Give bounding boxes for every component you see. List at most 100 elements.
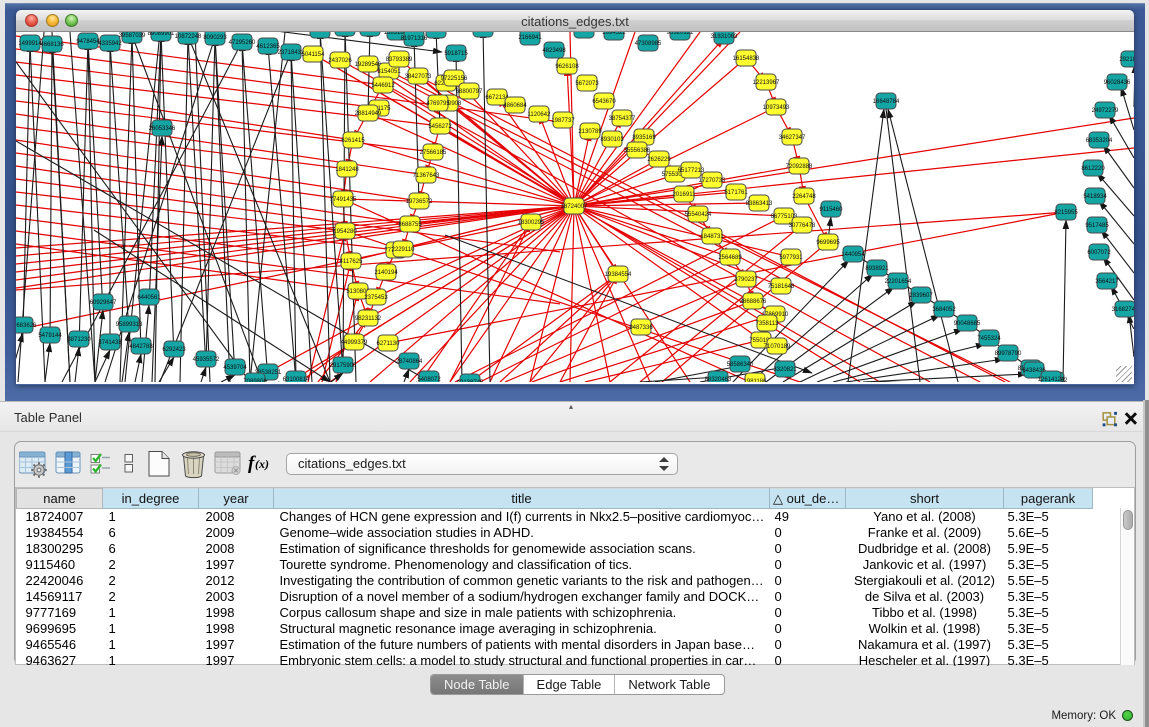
svg-text:3564217: 3564217: [1095, 279, 1119, 285]
svg-text:6261415: 6261415: [341, 138, 365, 144]
svg-text:(x): (x): [255, 457, 269, 471]
svg-text:68353204: 68353204: [1086, 138, 1113, 144]
svg-text:1120642: 1120642: [528, 112, 552, 118]
svg-text:90048665: 90048665: [954, 321, 981, 327]
svg-text:1981186: 1981186: [744, 379, 768, 382]
svg-text:8935169: 8935169: [632, 135, 656, 141]
svg-text:2437026: 2437026: [328, 58, 352, 64]
svg-text:1499914: 1499914: [18, 41, 42, 47]
svg-text:3871230: 3871230: [67, 337, 91, 343]
svg-text:6543670: 6543670: [592, 99, 616, 105]
svg-text:44999379: 44999379: [341, 340, 368, 346]
svg-text:26053346: 26053346: [149, 126, 176, 132]
svg-text:42138745: 42138745: [457, 380, 484, 382]
svg-text:2264748: 2264748: [792, 194, 816, 200]
svg-text:88320463: 88320463: [705, 377, 732, 382]
svg-text:2626229: 2626229: [647, 157, 671, 163]
svg-text:5446912: 5446912: [371, 83, 395, 89]
svg-text:8612220: 8612220: [1081, 166, 1105, 172]
svg-text:95899313: 95899313: [116, 322, 143, 328]
svg-text:9115460: 9115460: [820, 207, 844, 213]
svg-text:87490893: 87490893: [470, 32, 497, 33]
svg-text:16648784: 16648784: [873, 99, 900, 105]
svg-text:9478454: 9478454: [76, 39, 100, 45]
svg-text:10973493: 10973493: [763, 105, 790, 111]
svg-text:4769795: 4769795: [426, 101, 450, 107]
svg-text:8215955: 8215955: [1054, 210, 1078, 216]
svg-text:1954280: 1954280: [333, 229, 357, 235]
svg-text:12614124: 12614124: [1038, 377, 1065, 382]
svg-text:83793389: 83793389: [386, 57, 413, 63]
svg-text:58586340: 58586340: [727, 362, 754, 368]
svg-text:2564689: 2564689: [718, 255, 742, 261]
svg-text:45935572: 45935572: [193, 357, 220, 363]
svg-text:71070189: 71070189: [764, 344, 791, 350]
svg-text:18724007: 18724007: [561, 204, 588, 210]
svg-text:7358113: 7358113: [756, 321, 780, 327]
svg-text:4823498: 4823498: [542, 48, 566, 54]
svg-text:77491435: 77491435: [330, 197, 357, 203]
svg-text:5479144: 5479144: [38, 333, 62, 339]
svg-text:9626108: 9626108: [555, 64, 579, 70]
svg-text:2694522: 2694522: [602, 32, 626, 36]
svg-text:89089901: 89089901: [148, 32, 175, 37]
svg-text:35556386: 35556386: [624, 148, 651, 154]
svg-text:4842788: 4842788: [129, 344, 153, 350]
svg-text:1848731: 1848731: [700, 234, 724, 240]
svg-text:24972279: 24972279: [1092, 108, 1119, 114]
svg-text:34627347: 34627347: [779, 135, 806, 141]
svg-text:4668136: 4668136: [40, 42, 64, 48]
svg-text:27566185: 27566185: [420, 150, 447, 156]
svg-text:2140194: 2140194: [374, 270, 398, 276]
svg-text:38754377: 38754377: [609, 116, 636, 122]
svg-text:19289546: 19289546: [355, 62, 382, 68]
svg-text:72092888: 72092888: [786, 164, 813, 170]
svg-text:8930103: 8930103: [600, 137, 624, 143]
svg-text:95320121: 95320121: [667, 32, 694, 36]
svg-text:5171761: 5171761: [724, 190, 748, 196]
svg-text:16154838: 16154838: [733, 56, 760, 62]
svg-text:5418934: 5418934: [1083, 194, 1107, 200]
svg-text:6440561: 6440561: [137, 295, 161, 301]
svg-text:8938921: 8938921: [865, 266, 889, 272]
svg-text:2375453: 2375453: [364, 295, 388, 301]
svg-text:38688676: 38688676: [740, 299, 767, 305]
svg-text:47295260: 47295260: [229, 40, 256, 46]
svg-text:3154051: 3154051: [377, 69, 401, 75]
svg-text:2016911: 2016911: [673, 192, 697, 198]
svg-text:22201654: 22201654: [885, 279, 912, 285]
svg-text:19736572: 19736572: [406, 199, 433, 205]
svg-text:75181648: 75181648: [768, 284, 795, 290]
svg-text:5672073: 5672073: [575, 81, 599, 87]
svg-text:57683626: 57683626: [16, 323, 37, 329]
svg-text:38427073: 38427073: [405, 74, 432, 80]
svg-text:96028436: 96028436: [1104, 80, 1131, 86]
svg-text:5918715: 5918715: [444, 51, 468, 57]
svg-text:1987737: 1987737: [551, 118, 575, 124]
svg-text:31831063: 31831063: [711, 34, 738, 40]
svg-text:9517485: 9517485: [1085, 223, 1109, 229]
svg-text:8688755: 8688755: [398, 222, 422, 228]
svg-text:83863413: 83863413: [746, 201, 773, 207]
svg-text:55540424: 55540424: [685, 212, 712, 218]
svg-text:98231132: 98231132: [355, 316, 382, 322]
svg-text:9487336: 9487336: [629, 325, 653, 331]
svg-text:2921859: 2921859: [1119, 57, 1134, 63]
svg-text:20709497: 20709497: [571, 32, 598, 34]
svg-text:7455324: 7455324: [977, 336, 1001, 342]
svg-text:5456272: 5456272: [428, 124, 452, 130]
svg-text:71367643: 71367643: [413, 173, 440, 179]
svg-text:9699695: 9699695: [816, 240, 840, 246]
svg-text:17270733: 17270733: [699, 178, 726, 184]
svg-text:1440954: 1440954: [841, 252, 865, 258]
svg-text:3790237: 3790237: [734, 277, 758, 283]
svg-text:5408072: 5408072: [417, 377, 441, 382]
svg-text:3684052: 3684052: [932, 307, 956, 313]
svg-text:4860684: 4860684: [503, 103, 527, 109]
svg-text:47308985: 47308985: [635, 41, 662, 47]
svg-text:12213967: 12213967: [753, 80, 780, 86]
svg-text:65177213: 65177213: [678, 168, 705, 174]
svg-text:1841248: 1841248: [335, 167, 359, 173]
svg-text:2166941: 2166941: [518, 35, 542, 41]
svg-text:4117625: 4117625: [340, 259, 364, 265]
